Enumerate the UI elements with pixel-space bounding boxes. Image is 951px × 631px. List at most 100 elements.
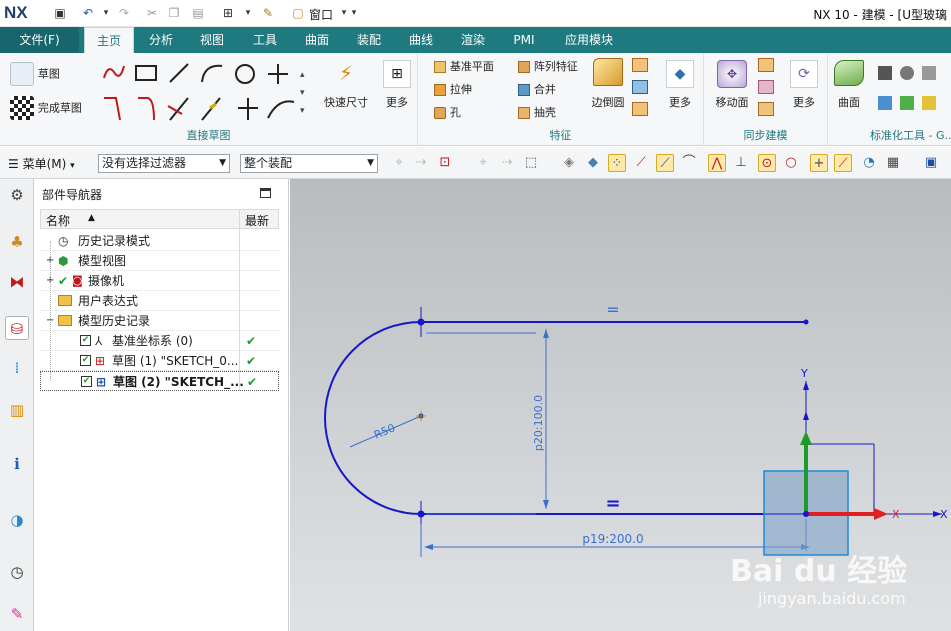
quadrant-icon[interactable]: ◔ xyxy=(860,154,878,172)
visibility-checkbox[interactable]: ✔ xyxy=(80,335,91,346)
curve-select-icon[interactable]: ⟋ xyxy=(632,154,650,172)
std-tool-1-icon[interactable] xyxy=(878,66,892,80)
feature-select-icon[interactable]: ◈ xyxy=(560,154,578,172)
selection-scope-select[interactable]: 整个装配 ▼ xyxy=(240,154,378,173)
chamfer-feature-icon[interactable] xyxy=(632,58,648,72)
quick-dimension-button[interactable]: ⚡ 快速尺寸 xyxy=(322,60,370,110)
type-filter-select[interactable]: 没有选择过滤器 ▼ xyxy=(98,154,230,173)
undo-icon[interactable]: ↶ xyxy=(80,6,96,21)
save-icon[interactable]: ▣ xyxy=(52,6,68,21)
undo-dropdown-icon[interactable]: ▾ xyxy=(98,6,114,21)
cut-icon[interactable]: ✂ xyxy=(144,6,160,21)
arc-center-icon[interactable]: ○ xyxy=(782,154,800,172)
paste-icon[interactable]: ▤ xyxy=(190,6,206,21)
curve-gallery-down-icon[interactable]: ▾ xyxy=(300,88,305,98)
tree-row-sketch-2[interactable]: ✔ ⊞ 草图 (2) "SKETCH_... ✔ xyxy=(40,371,279,391)
curve-gallery-up-icon[interactable]: ▴ xyxy=(300,70,305,80)
std-tool-2-icon[interactable] xyxy=(900,66,914,80)
settings-gear-icon[interactable]: ⚙ xyxy=(5,183,29,207)
reuse-library-icon[interactable]: ⁞ xyxy=(5,356,29,380)
general-selection-icon[interactable]: ⊡ xyxy=(436,154,454,172)
repeat-command-icon[interactable]: ✎ xyxy=(260,6,276,21)
extrude-button[interactable]: 拉伸 xyxy=(434,81,472,97)
part-navigator-icon[interactable]: ⛁ xyxy=(5,316,29,340)
hd3d-tools-icon[interactable]: ▥ xyxy=(5,398,29,422)
infer-curve-icon[interactable]: ⟋ xyxy=(656,154,674,172)
sketch-button[interactable]: 草图 xyxy=(10,62,60,86)
tree-row-model-history[interactable]: − 模型历史记录 xyxy=(40,311,279,331)
std-tool-5-icon[interactable] xyxy=(900,96,914,110)
finish-sketch-button[interactable]: 完成草图 xyxy=(10,96,82,120)
pull-face-icon[interactable] xyxy=(758,58,774,72)
tab-home[interactable]: 主页 xyxy=(84,27,134,53)
constraint-navigator-icon[interactable]: ⧓ xyxy=(5,270,29,294)
pattern-feature-button[interactable]: 阵列特征 xyxy=(518,58,578,74)
visibility-checkbox[interactable]: ✔ xyxy=(81,376,92,387)
std-tool-4-icon[interactable] xyxy=(878,96,892,110)
show-hidden-icon[interactable]: ⇢ xyxy=(412,154,430,172)
curve-gallery-expand-icon[interactable]: ▾ xyxy=(300,106,305,116)
tab-pmi[interactable]: PMI xyxy=(504,27,544,53)
tree-row-history-mode[interactable]: ◷ 历史记录模式 xyxy=(40,231,279,251)
column-name-header[interactable]: 名称 xyxy=(46,212,70,229)
touch-mode-dropdown-icon[interactable]: ▾ xyxy=(240,6,256,21)
std-tool-3-icon[interactable] xyxy=(922,66,936,80)
more-sketch-button[interactable]: ⊞ 更多 xyxy=(380,60,414,110)
tree-row-user-expressions[interactable]: 用户表达式 xyxy=(40,291,279,311)
menu-button[interactable]: ☰ 菜单(M) ▾ xyxy=(8,155,75,172)
history-clock-icon[interactable]: ◷ xyxy=(5,560,29,584)
edge-blend-button[interactable]: 边倒圆 xyxy=(590,58,626,110)
tree-row-cameras[interactable]: + ✔ ◙ 摄像机 xyxy=(40,271,279,291)
endpoint-icon[interactable]: ⋀ xyxy=(708,154,726,172)
body-select-icon[interactable]: ◆ xyxy=(584,154,602,172)
tangent-curve-icon[interactable]: ⌒ xyxy=(680,154,698,172)
tree-row-sketch-1[interactable]: ✔ ⊞ 草图 (1) "SKETCH_0... ✔ xyxy=(40,351,279,371)
surface-button[interactable]: 曲面 xyxy=(830,60,868,110)
replace-face-icon[interactable] xyxy=(758,102,774,116)
customize-quick-access-icon[interactable]: ▾ xyxy=(346,6,362,21)
rectangle-select-icon[interactable]: ⬚ xyxy=(522,154,540,172)
copy-icon[interactable]: ❐ xyxy=(166,6,182,21)
std-tool-6-icon[interactable] xyxy=(922,96,936,110)
tab-view[interactable]: 视图 xyxy=(190,27,234,53)
hole-button[interactable]: 孔 xyxy=(434,104,461,120)
control-point-icon[interactable]: ⊙ xyxy=(758,154,776,172)
datum-plane-button[interactable]: 基准平面 xyxy=(434,58,494,74)
snap-point-icon[interactable]: ⁘ xyxy=(608,154,626,172)
maximize-icon[interactable] xyxy=(260,188,271,198)
intersect-icon[interactable] xyxy=(632,102,648,116)
tree-row-model-views[interactable]: + ⬢ 模型视图 xyxy=(40,251,279,271)
system-materials-icon[interactable]: ✎ xyxy=(5,602,29,626)
selection-intent-icon[interactable]: ⌖ xyxy=(390,154,408,172)
sort-ascending-icon[interactable]: ▲ xyxy=(88,213,95,223)
web-browser-icon[interactable]: ℹ xyxy=(5,452,29,476)
tab-file[interactable]: 文件(F) xyxy=(0,27,79,53)
more-sync-button[interactable]: ⟳ 更多 xyxy=(784,60,824,110)
history-palette-icon[interactable]: ◑ xyxy=(5,508,29,532)
view-orient-icon[interactable]: ▣ xyxy=(922,154,940,172)
assembly-navigator-icon[interactable]: ♣ xyxy=(5,230,29,254)
window-menu[interactable]: 窗口 xyxy=(309,6,333,23)
tab-surface[interactable]: 曲面 xyxy=(296,27,338,53)
tab-assembly[interactable]: 装配 xyxy=(348,27,390,53)
tab-curve[interactable]: 曲线 xyxy=(400,27,442,53)
redo-icon[interactable]: ↷ xyxy=(116,6,132,21)
move-face-button[interactable]: ✥ 移动面 xyxy=(712,60,752,110)
column-latest-header[interactable]: 最新 xyxy=(245,212,269,229)
point-on-curve-icon[interactable]: ⟋ xyxy=(834,154,852,172)
subtract-icon[interactable] xyxy=(632,80,648,94)
deselect-icon[interactable]: ⇢ xyxy=(498,154,516,172)
tab-application[interactable]: 应用模块 xyxy=(556,27,622,53)
shell-button[interactable]: 抽壳 xyxy=(518,104,556,120)
tree-row-datum-csys[interactable]: ✔ ⅄ 基准坐标系 (0) ✔ xyxy=(40,331,279,351)
tab-render[interactable]: 渲染 xyxy=(452,27,494,53)
offset-region-icon[interactable] xyxy=(758,80,774,94)
tab-tools[interactable]: 工具 xyxy=(244,27,286,53)
visibility-checkbox[interactable]: ✔ xyxy=(80,355,91,366)
intersection-icon[interactable]: + xyxy=(810,154,828,172)
tab-analysis[interactable]: 分析 xyxy=(140,27,182,53)
unite-button[interactable]: 合并 xyxy=(518,81,556,97)
touch-mode-icon[interactable]: ⊞ xyxy=(220,6,236,21)
midpoint-icon[interactable]: ⊥ xyxy=(732,154,750,172)
more-feature-button[interactable]: ◆ 更多 xyxy=(660,60,700,110)
